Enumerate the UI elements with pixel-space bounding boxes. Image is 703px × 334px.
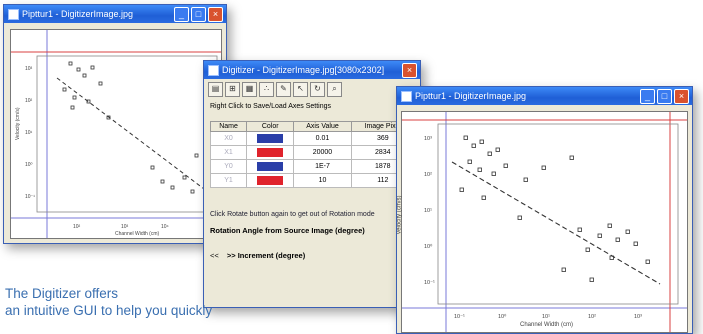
pencil-icon[interactable]: ✎ — [276, 82, 291, 97]
zoom-icon[interactable]: ⌕ — [327, 82, 342, 97]
app-icon — [8, 9, 19, 20]
rotation-angle-label: Rotation Angle from Source Image (degree… — [210, 226, 365, 235]
right-plot-title: Pipttur1 - DigitizerImage.jpg — [415, 91, 527, 101]
rotation-note: Click Rotate button again to get out of … — [210, 211, 375, 218]
svg-text:10¹: 10¹ — [424, 208, 432, 214]
marketing-caption: The Digitizer offers an intuitive GUI to… — [5, 285, 405, 319]
minimize-button[interactable]: _ — [174, 7, 189, 22]
table-row[interactable]: Y0 1E-7 1878 — [209, 159, 416, 174]
axis-value[interactable]: 1E-7 — [293, 159, 352, 174]
svg-text:Channel Width (cm): Channel Width (cm) — [115, 231, 160, 237]
axes-table: Name Color Axis Value Image Pixel X0 0.0… — [209, 121, 416, 188]
color-swatch — [257, 176, 284, 185]
close-button[interactable]: × — [402, 63, 417, 78]
digitizer-toolbar: ▤ ⊞ ▦ ∴ ✎ ↖ ↻ ⌕ — [204, 79, 420, 101]
points-icon[interactable]: ∴ — [259, 82, 274, 97]
svg-text:10²: 10² — [588, 314, 596, 320]
svg-text:10⁻¹: 10⁻¹ — [424, 280, 435, 286]
grid-icon[interactable]: ▦ — [242, 82, 257, 97]
color-swatch-cell[interactable] — [246, 159, 295, 174]
svg-text:10⁰: 10⁰ — [25, 162, 33, 168]
left-plot-title: Pipttur1 - DigitizerImage.jpg — [22, 9, 134, 19]
svg-text:10³: 10³ — [634, 314, 642, 320]
svg-text:Velocity (cm/s): Velocity (cm/s) — [15, 107, 21, 140]
increment-row: << >> Increment (degree) — [210, 251, 305, 260]
right-plot-titlebar[interactable]: Pipttur1 - DigitizerImage.jpg _ □ × — [397, 87, 692, 105]
color-swatch — [257, 148, 284, 157]
y-axis-label: Velocity (cm/s) — [396, 195, 403, 235]
color-swatch-cell[interactable] — [246, 145, 295, 160]
axis-name: Y0 — [209, 159, 248, 174]
caption-line-1: The Digitizer offers — [5, 286, 119, 301]
increment-decrease-button[interactable]: << — [210, 251, 219, 260]
axis-name: X1 — [209, 145, 248, 160]
color-swatch — [257, 162, 284, 171]
digitizer-titlebar[interactable]: Digitizer - DigitizerImage.jpg[3080x2302… — [204, 61, 420, 79]
maximize-button[interactable]: □ — [657, 89, 672, 104]
right-plot-window[interactable]: Pipttur1 - DigitizerImage.jpg _ □ × 10³ … — [396, 86, 693, 334]
svg-text:10³: 10³ — [25, 66, 33, 72]
svg-text:10⁴: 10⁴ — [161, 224, 169, 230]
close-button[interactable]: × — [208, 7, 223, 22]
column-header[interactable]: Color — [246, 121, 295, 132]
axis-value[interactable]: 0.01 — [293, 131, 352, 146]
axis-value[interactable]: 20000 — [293, 145, 352, 160]
svg-text:10⁻¹: 10⁻¹ — [454, 314, 465, 320]
close-button[interactable]: × — [674, 89, 689, 104]
svg-text:10³: 10³ — [121, 224, 129, 230]
open-image-icon[interactable]: ▤ — [208, 82, 223, 97]
maximize-button[interactable]: □ — [191, 7, 206, 22]
table-row[interactable]: X0 0.01 369 — [209, 131, 416, 146]
svg-text:10³: 10³ — [424, 136, 432, 142]
column-header[interactable]: Name — [209, 121, 248, 132]
axis-name: Y1 — [209, 173, 248, 188]
left-plot-titlebar[interactable]: Pipttur1 - DigitizerImage.jpg _ □ × — [4, 5, 226, 23]
svg-text:10²: 10² — [25, 98, 33, 104]
increment-label: >> Increment (degree) — [226, 251, 306, 260]
right-plot-canvas[interactable]: 10³ 10² 10¹ 10⁰ 10⁻¹ 10⁻¹ 10⁰ 10¹ 10² 10³ Velo… — [397, 111, 688, 333]
select-icon[interactable]: ↖ — [293, 82, 308, 97]
color-swatch — [257, 134, 284, 143]
app-icon — [401, 91, 412, 102]
app-icon — [208, 65, 219, 76]
svg-text:10⁰: 10⁰ — [424, 243, 433, 250]
left-plot-canvas[interactable]: 10³ 10² 10¹ 10⁰ 10⁻¹ 10² 10³ 10⁴ Velocity (cm… — [10, 29, 222, 239]
svg-text:10¹: 10¹ — [542, 314, 550, 320]
table-row[interactable]: Y1 10 112 — [209, 173, 416, 188]
svg-text:10⁰: 10⁰ — [498, 313, 507, 320]
column-header[interactable]: Axis Value — [293, 121, 352, 132]
color-swatch-cell[interactable] — [246, 131, 295, 146]
left-plot-window[interactable]: Pipttur1 - DigitizerImage.jpg _ □ × 10³ … — [3, 4, 227, 244]
svg-text:10²: 10² — [424, 172, 432, 178]
axes-icon[interactable]: ⊞ — [225, 82, 240, 97]
axis-name: X0 — [209, 131, 248, 146]
svg-text:10⁻¹: 10⁻¹ — [25, 194, 35, 200]
caption-line-2: an intuitive GUI to help you quickly — [5, 303, 213, 318]
rotate-icon[interactable]: ↻ — [310, 82, 325, 97]
svg-text:10¹: 10¹ — [25, 130, 33, 136]
minimize-button[interactable]: _ — [640, 89, 655, 104]
color-swatch-cell[interactable] — [246, 173, 295, 188]
axis-value[interactable]: 10 — [293, 173, 352, 188]
axes-settings-hint: Right Click to Save/Load Axes Settings — [210, 103, 332, 110]
digitizer-dialog[interactable]: Digitizer - DigitizerImage.jpg[3080x2302… — [203, 60, 421, 308]
digitizer-title: Digitizer - DigitizerImage.jpg[3080x2302… — [222, 65, 385, 75]
table-row[interactable]: X1 20000 2834 — [209, 145, 416, 160]
svg-text:10²: 10² — [73, 224, 81, 230]
x-axis-label: Channel Width (cm) — [520, 322, 574, 328]
